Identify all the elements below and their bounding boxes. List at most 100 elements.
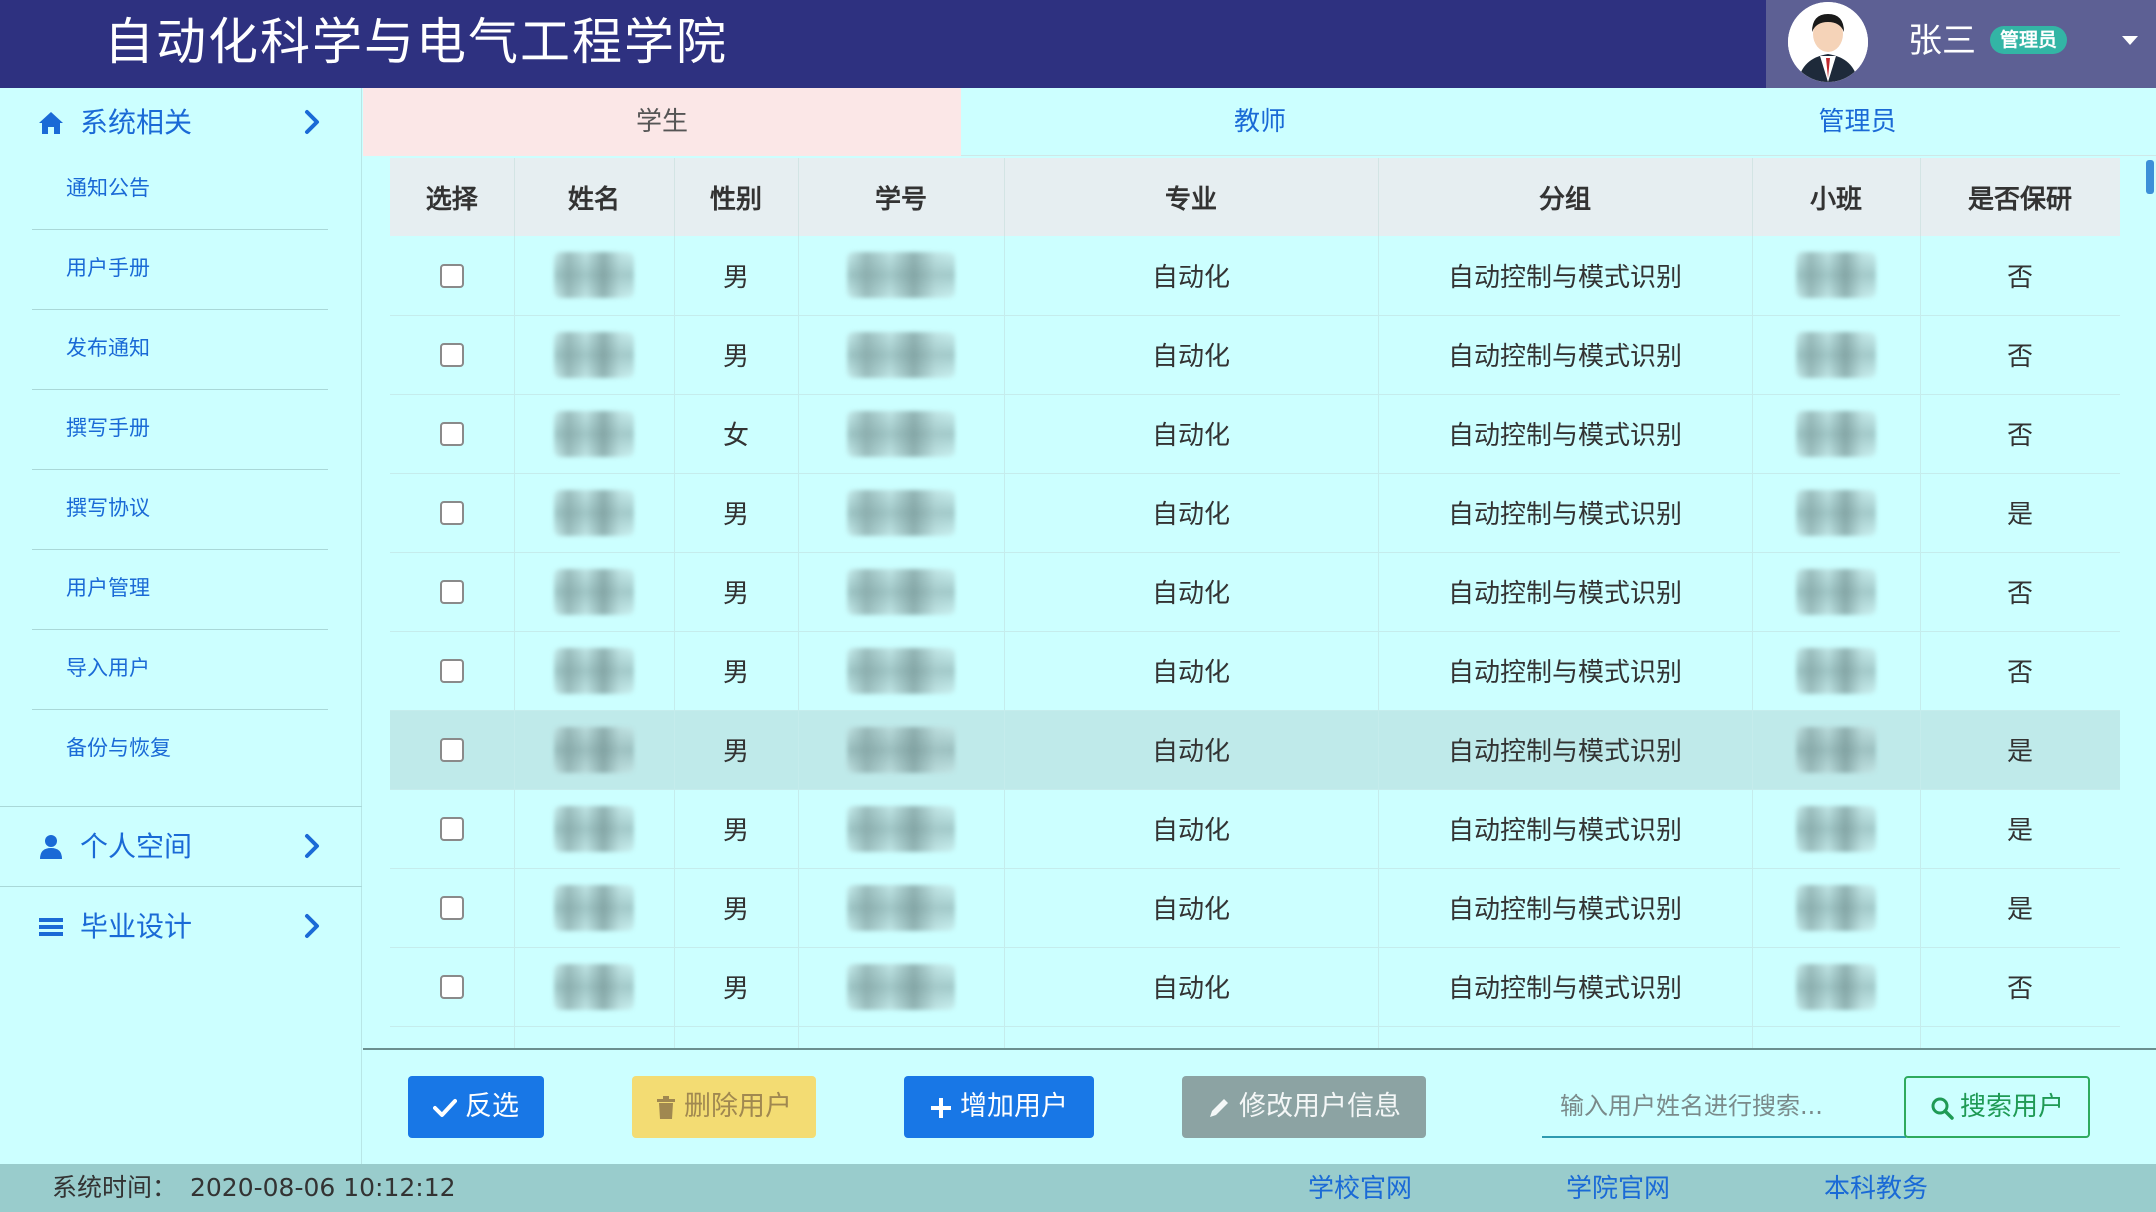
column-header-select: 选择 [390, 158, 515, 236]
postgrad-cell: 否 [1920, 394, 2120, 474]
sidebar-item-label: 备份与恢复 [66, 736, 171, 760]
footer-link-college[interactable]: 学院官网 [1566, 1172, 1670, 1206]
name-cell [514, 947, 675, 1027]
student-id-cell [798, 552, 1005, 632]
table-row[interactable]: 男 自动化 自动控制与模式识别 否 [390, 315, 2120, 395]
redacted-name [554, 726, 634, 773]
name-cell [514, 868, 675, 948]
redacted-class [1796, 568, 1876, 615]
student-id-cell [798, 710, 1005, 790]
name-cell [514, 710, 675, 790]
table-row-partial [390, 1026, 2120, 1048]
row-checkbox[interactable] [439, 659, 464, 683]
major-cell: 自动化 [1004, 789, 1379, 869]
sidebar-item-user-manual[interactable]: 用户手册 [32, 230, 328, 310]
tab-admins[interactable]: 管理员 [1559, 88, 2156, 156]
table-row[interactable]: 男 自动化 自动控制与模式识别 是 [390, 868, 2120, 948]
gender-cell: 男 [674, 631, 799, 711]
table-scrollbar[interactable] [2144, 158, 2156, 1048]
major-cell: 自动化 [1004, 631, 1379, 711]
table-row[interactable]: 男 自动化 自动控制与模式识别 否 [390, 947, 2120, 1027]
row-checkbox[interactable] [439, 343, 464, 367]
row-checkbox[interactable] [439, 580, 464, 604]
class-cell [1752, 868, 1921, 948]
redacted-class [1796, 410, 1876, 457]
redacted-student-id [847, 331, 955, 378]
footer-link-school[interactable]: 学校官网 [1308, 1172, 1412, 1206]
table-row[interactable]: 男 自动化 自动控制与模式识别 是 [390, 473, 2120, 553]
user-type-tabs: 学生 教师 管理员 [363, 88, 2156, 156]
table-row[interactable]: 男 自动化 自动控制与模式识别 否 [390, 631, 2120, 711]
class-cell [1752, 552, 1921, 632]
sidebar-group-personal[interactable]: 个人空间 [0, 812, 362, 882]
table-scrollbar-thumb[interactable] [2146, 160, 2154, 194]
add-user-button[interactable]: 增加用户 [904, 1076, 1094, 1138]
redacted-name [554, 805, 634, 852]
sidebar-item-notices[interactable]: 通知公告 [32, 150, 328, 230]
sidebar-group-system[interactable]: 系统相关 [0, 88, 362, 158]
name-cell [514, 394, 675, 474]
button-label: 搜索用户 [1959, 1092, 2064, 1122]
chevron-right-icon [305, 914, 319, 938]
row-checkbox[interactable] [439, 422, 464, 446]
name-cell [514, 552, 675, 632]
redacted-class [1796, 489, 1876, 536]
class-cell [1752, 710, 1921, 790]
user-table: 选择 姓名 性别 学号 专业 分组 小班 是否保研 男 自动化 自动控制与模式识… [390, 158, 2120, 1048]
plus-icon [931, 1097, 951, 1118]
table-row-hovered[interactable]: 男 自动化 自动控制与模式识别 是 [390, 710, 2120, 790]
home-icon [39, 112, 63, 134]
edit-user-button[interactable]: 修改用户信息 [1182, 1076, 1426, 1138]
postgrad-cell: 是 [1920, 710, 2120, 790]
postgrad-cell: 否 [1920, 552, 2120, 632]
sidebar-item-label: 发布通知 [66, 336, 150, 360]
redacted-class [1796, 805, 1876, 852]
gender-cell: 男 [674, 552, 799, 632]
row-checkbox[interactable] [439, 817, 464, 841]
sidebar-item-user-management[interactable]: 用户管理 [32, 550, 328, 630]
major-cell: 自动化 [1004, 710, 1379, 790]
major-cell: 自动化 [1004, 236, 1379, 316]
footer-link-academic-affairs[interactable]: 本科教务 [1824, 1172, 1928, 1206]
student-id-cell [798, 236, 1005, 316]
row-checkbox[interactable] [439, 263, 464, 288]
sidebar-divider [0, 806, 362, 807]
sidebar-group-graduation-design[interactable]: 毕业设计 [0, 892, 362, 962]
tab-students[interactable]: 学生 [363, 88, 961, 156]
sidebar-item-publish-notice[interactable]: 发布通知 [32, 310, 328, 390]
search-user-button[interactable]: 搜索用户 [1904, 1076, 2090, 1138]
redacted-student-id [847, 805, 955, 852]
invert-selection-button[interactable]: 反选 [408, 1076, 544, 1138]
redacted-class [1796, 726, 1876, 773]
sidebar-item-backup-restore[interactable]: 备份与恢复 [32, 710, 328, 790]
group-cell: 自动控制与模式识别 [1378, 552, 1753, 632]
search-input[interactable] [1542, 1076, 1906, 1138]
row-checkbox[interactable] [439, 975, 464, 999]
name-cell [514, 315, 675, 395]
button-label: 增加用户 [960, 1091, 1068, 1122]
postgrad-cell: 是 [1920, 868, 2120, 948]
sidebar-item-write-manual[interactable]: 撰写手册 [32, 390, 328, 470]
table-header-row: 选择 姓名 性别 学号 专业 分组 小班 是否保研 [390, 158, 2120, 236]
table-row[interactable]: 男 自动化 自动控制与模式识别 否 [390, 236, 2120, 316]
user-avatar-icon[interactable] [1788, 2, 1868, 82]
redacted-class [1796, 963, 1876, 1010]
app-header: 自动化科学与电气工程学院 张三 管理员 [0, 0, 2156, 88]
group-cell: 自动控制与模式识别 [1378, 315, 1753, 395]
table-row[interactable]: 男 自动化 自动控制与模式识别 否 [390, 552, 2120, 632]
delete-user-button[interactable]: 删除用户 [632, 1076, 816, 1138]
sidebar-item-write-agreement[interactable]: 撰写协议 [32, 470, 328, 550]
row-checkbox[interactable] [439, 896, 464, 920]
student-id-cell [798, 947, 1005, 1027]
tab-teachers[interactable]: 教师 [961, 88, 1559, 156]
table-row[interactable]: 女 自动化 自动控制与模式识别 否 [390, 394, 2120, 474]
system-time-label: 系统时间： [52, 1173, 178, 1202]
check-icon [433, 1098, 457, 1117]
row-checkbox[interactable] [439, 501, 464, 525]
caret-down-icon[interactable] [2122, 36, 2138, 45]
user-menu[interactable]: 张三 管理员 [1766, 0, 2156, 88]
table-row[interactable]: 男 自动化 自动控制与模式识别 是 [390, 789, 2120, 869]
row-checkbox[interactable] [439, 738, 464, 762]
sidebar-item-import-users[interactable]: 导入用户 [32, 630, 328, 710]
major-cell: 自动化 [1004, 315, 1379, 395]
